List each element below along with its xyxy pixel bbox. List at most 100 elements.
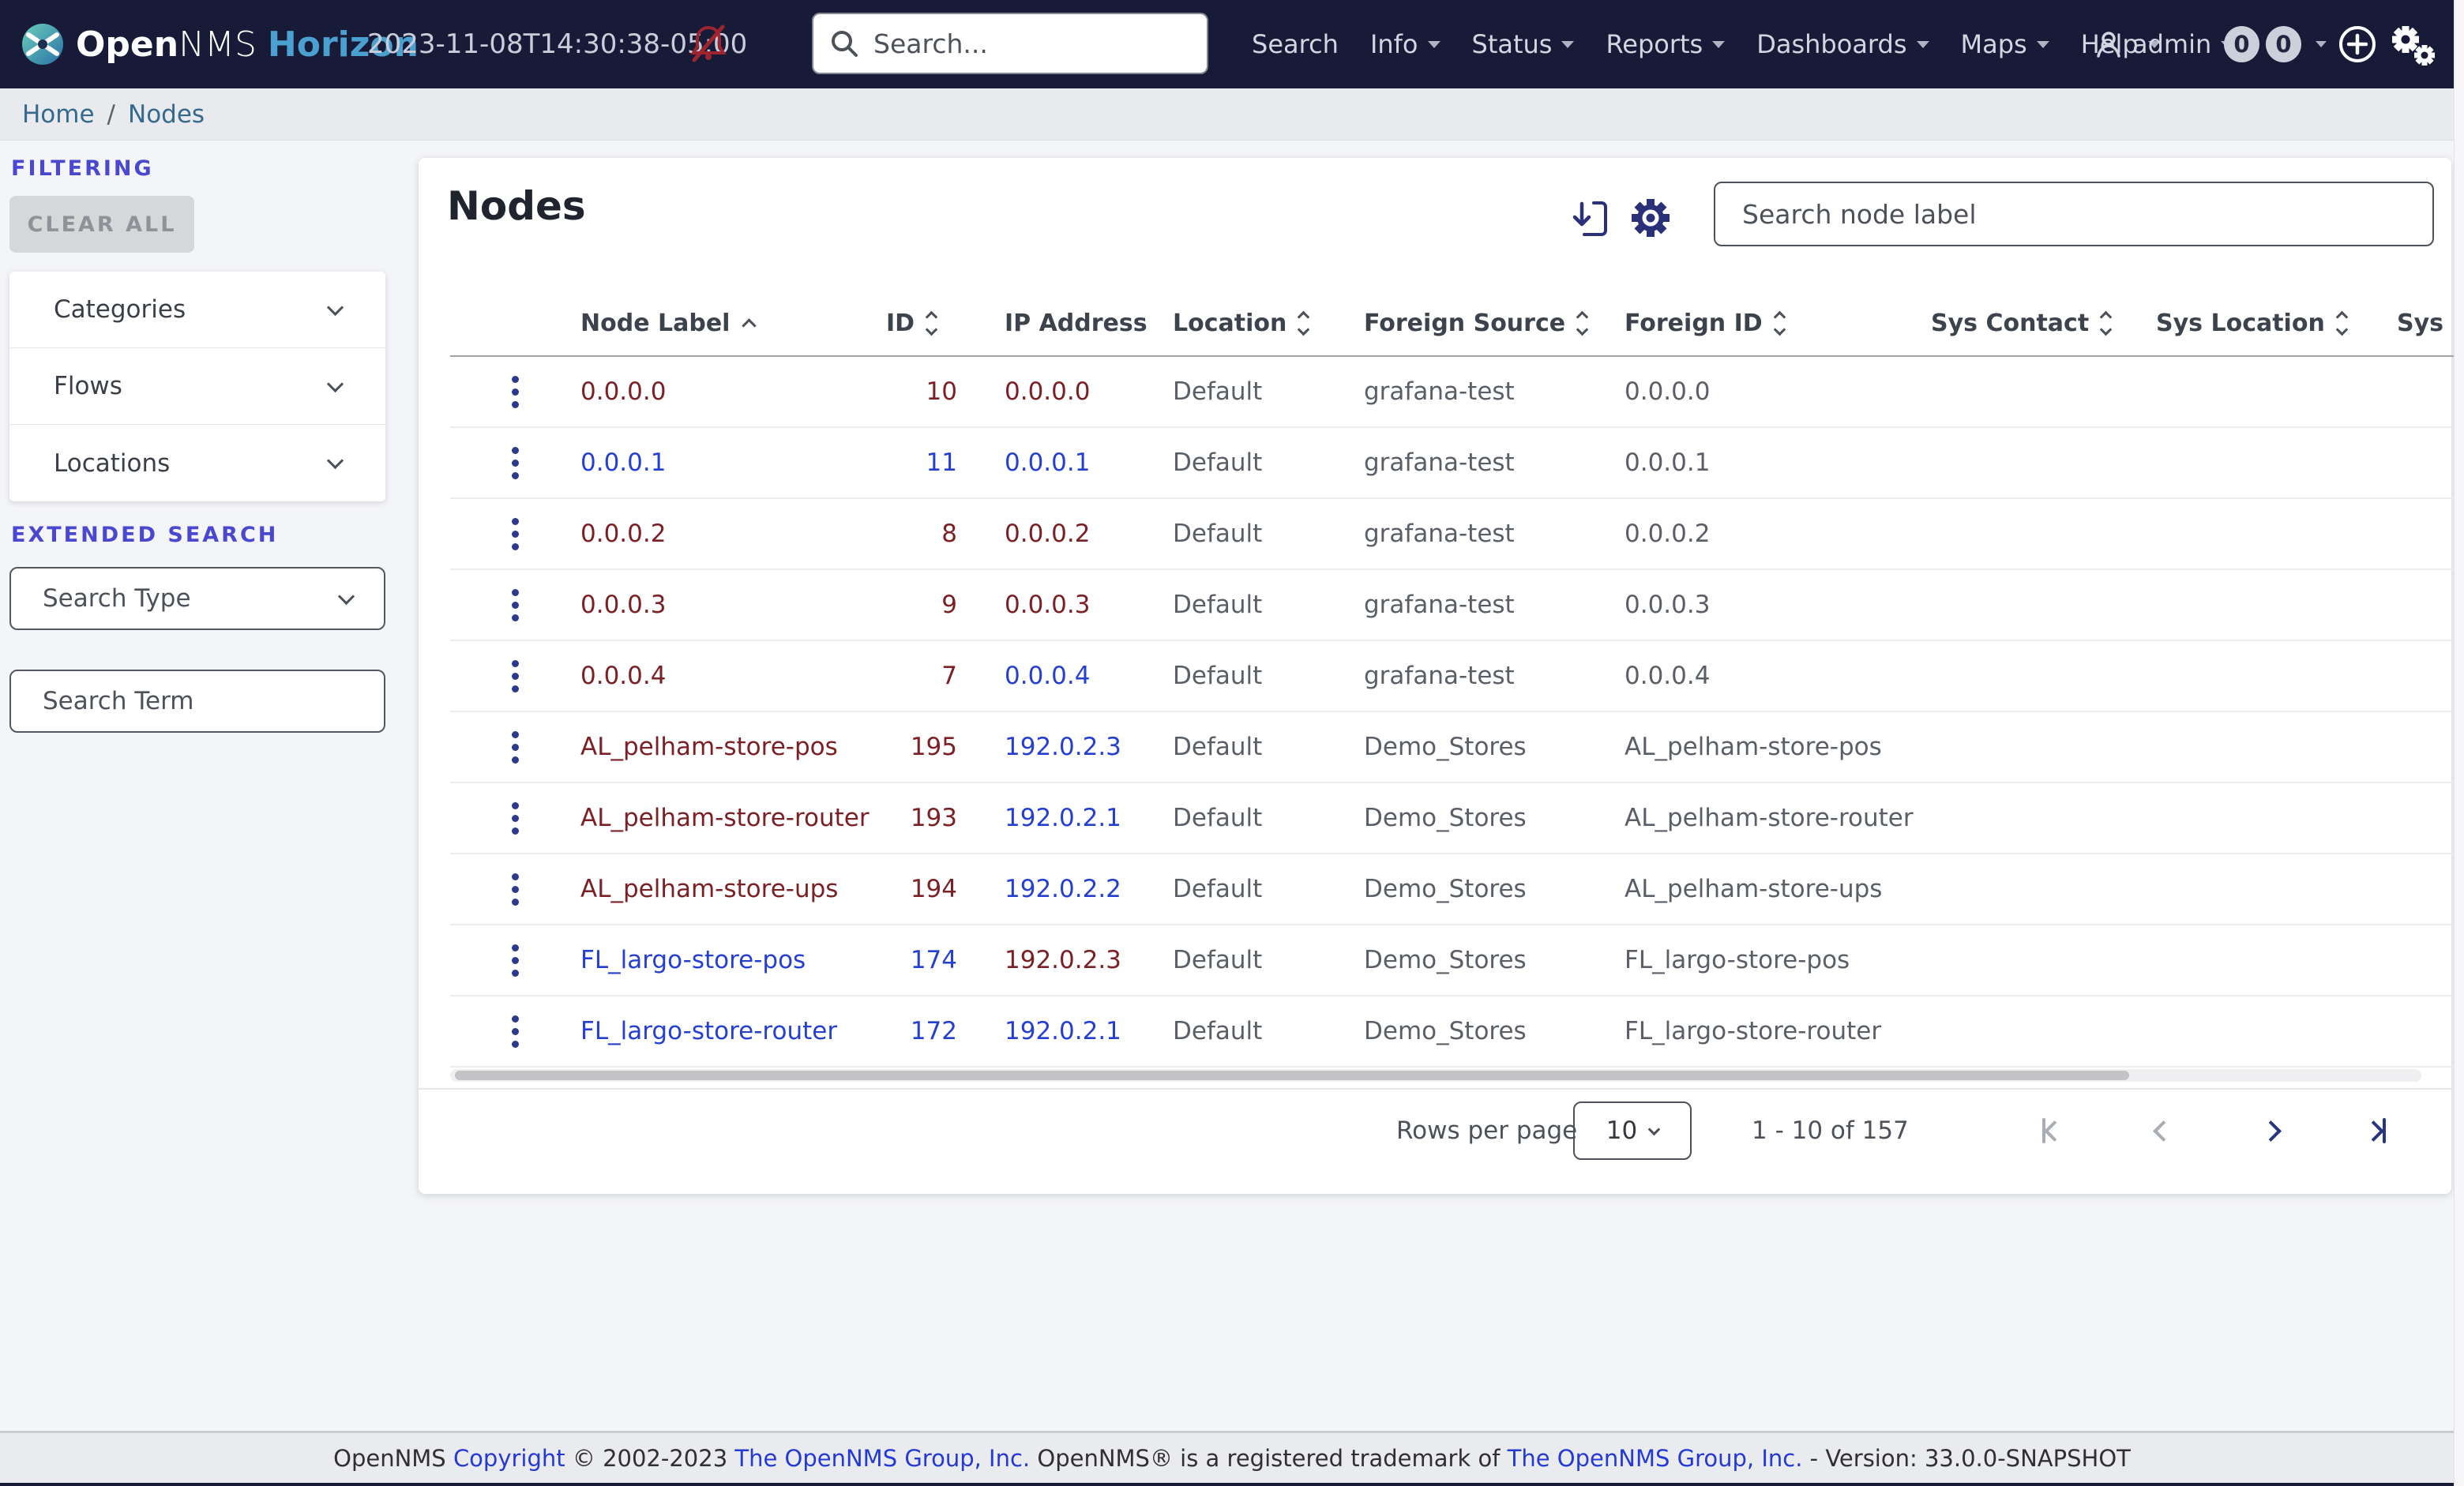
table-row: AL_pelham-store-ups 194 192.0.2.2 Default De…: [450, 854, 2456, 925]
column-header-foreign-source[interactable]: Foreign Source: [1364, 310, 1625, 337]
notification-badges[interactable]: 0 0: [2224, 0, 2327, 88]
node-label-link[interactable]: AL_pelham-store-ups: [580, 875, 838, 903]
node-id-link[interactable]: 195: [911, 733, 957, 761]
node-id-cell: 195: [877, 733, 963, 761]
node-ip-link[interactable]: 0.0.0.0: [1005, 377, 1090, 406]
chevron-down-icon: [2036, 40, 2049, 48]
node-ip-link[interactable]: 192.0.2.3: [1005, 733, 1121, 761]
footer-link[interactable]: Copyright: [453, 1445, 565, 1472]
row-actions-menu[interactable]: [504, 865, 527, 914]
previous-page-button[interactable]: [2153, 1090, 2174, 1172]
column-header-id[interactable]: ID: [877, 310, 963, 337]
row-actions-menu[interactable]: [504, 368, 527, 416]
node-label-link[interactable]: AL_pelham-store-pos: [580, 733, 838, 761]
column-header-location[interactable]: Location: [1173, 310, 1364, 337]
user-menu[interactable]: admin: [2094, 0, 2234, 88]
accordion-flows[interactable]: Flows: [9, 348, 385, 425]
table-row: AL_pelham-store-router 193 192.0.2.1 Defaul…: [450, 783, 2456, 854]
node-label-search-input[interactable]: Search node label: [1714, 182, 2434, 246]
next-page-button[interactable]: [2260, 1090, 2282, 1172]
row-actions-menu[interactable]: [504, 936, 527, 985]
nav-item-dashboards[interactable]: Dashboards: [1756, 29, 1929, 59]
node-id-link[interactable]: 10: [926, 377, 957, 406]
row-actions-menu[interactable]: [504, 510, 527, 558]
node-id-link[interactable]: 194: [911, 875, 957, 903]
row-actions-cell: [450, 652, 580, 700]
accordion-categories[interactable]: Categories: [9, 272, 385, 348]
row-actions-menu[interactable]: [504, 652, 527, 700]
clear-all-button[interactable]: CLEAR ALL: [9, 196, 194, 253]
node-id-link[interactable]: 7: [941, 662, 957, 690]
row-actions-cell: [450, 723, 580, 771]
node-ip-link[interactable]: 192.0.2.1: [1005, 1017, 1121, 1045]
column-header-node-label[interactable]: Node Label: [580, 310, 877, 337]
column-header-sys-contact[interactable]: Sys Contact: [1931, 310, 2156, 337]
node-id-link[interactable]: 8: [941, 520, 957, 548]
alarms-badge[interactable]: 0: [2266, 26, 2301, 62]
node-id-link[interactable]: 172: [911, 1017, 957, 1045]
node-ip-link[interactable]: 192.0.2.1: [1005, 804, 1121, 832]
row-actions-menu[interactable]: [504, 1008, 527, 1056]
chevron-down-icon: [326, 452, 344, 470]
node-ip-link[interactable]: 0.0.0.4: [1005, 662, 1090, 690]
rows-per-page-select[interactable]: 10: [1573, 1101, 1692, 1160]
node-ip-link[interactable]: 0.0.0.3: [1005, 591, 1090, 619]
breadcrumb-nodes[interactable]: Nodes: [128, 100, 205, 129]
node-label-link[interactable]: AL_pelham-store-router: [580, 804, 870, 832]
node-label-link[interactable]: 0.0.0.2: [580, 520, 666, 548]
admin-gears-icon[interactable]: [2388, 22, 2437, 68]
row-actions-menu[interactable]: [504, 439, 527, 487]
node-ip-link[interactable]: 0.0.0.1: [1005, 448, 1090, 477]
notifications-badge[interactable]: 0: [2224, 26, 2259, 62]
breadcrumb-home[interactable]: Home: [22, 100, 95, 129]
row-actions-menu[interactable]: [504, 723, 527, 771]
node-label-link[interactable]: FL_largo-store-pos: [580, 946, 806, 974]
node-id-link[interactable]: 193: [911, 804, 957, 832]
table-settings-gear-icon[interactable]: [1628, 196, 1673, 240]
nav-item-maps[interactable]: Maps: [1961, 29, 2049, 59]
first-page-button[interactable]: [2042, 1090, 2065, 1172]
global-search-input[interactable]: Search...: [812, 13, 1208, 74]
node-ip-link[interactable]: 192.0.2.3: [1005, 946, 1121, 974]
column-header-sys-d[interactable]: Sys D: [2397, 310, 2456, 337]
foreign-id-cell: FL_largo-store-router: [1625, 1017, 1882, 1045]
opennms-logo-icon[interactable]: [22, 24, 63, 65]
node-label-link[interactable]: FL_largo-store-router: [580, 1017, 837, 1045]
chevron-down-icon: [1773, 323, 1786, 336]
accordion-label: Locations: [54, 448, 171, 478]
quick-add-icon[interactable]: [2338, 24, 2377, 64]
row-actions-menu[interactable]: [504, 581, 527, 629]
row-actions-menu[interactable]: [504, 794, 527, 842]
search-type-select[interactable]: Search Type: [9, 567, 385, 630]
foreign-source-cell: Demo_Stores: [1364, 875, 1527, 903]
nav-item-search[interactable]: Search: [1252, 29, 1339, 59]
nav-item-info[interactable]: Info: [1370, 29, 1440, 59]
footer-link[interactable]: The OpenNMS Group, Inc.: [1508, 1445, 1803, 1472]
node-ip-link[interactable]: 0.0.0.2: [1005, 520, 1090, 548]
accordion-locations[interactable]: Locations: [9, 425, 385, 501]
kebab-dot: [512, 944, 519, 951]
node-id-link[interactable]: 11: [926, 448, 957, 477]
column-header-foreign-id[interactable]: Foreign ID: [1625, 310, 1931, 337]
ip-address-cell: 192.0.2.3: [963, 733, 1173, 761]
node-label-link[interactable]: 0.0.0.0: [580, 377, 666, 406]
node-id-link[interactable]: 174: [911, 946, 957, 974]
row-actions-cell: [450, 510, 580, 558]
download-icon[interactable]: [1572, 199, 1611, 238]
search-term-input[interactable]: Search Term: [9, 670, 385, 733]
nav-item-reports[interactable]: Reports: [1606, 29, 1726, 59]
column-header-ip-address[interactable]: IP Address: [963, 310, 1173, 337]
last-page-button[interactable]: [2363, 1090, 2386, 1172]
node-label-link[interactable]: 0.0.0.1: [580, 448, 666, 477]
footer-text: © 2002-2023: [565, 1444, 735, 1472]
footer-link[interactable]: The OpenNMS Group, Inc.: [734, 1445, 1030, 1472]
notifications-muted-bell-icon[interactable]: [689, 24, 728, 63]
node-label-link[interactable]: 0.0.0.4: [580, 662, 666, 690]
nav-item-status[interactable]: Status: [1472, 29, 1575, 59]
node-id-link[interactable]: 9: [941, 591, 957, 619]
column-header-sys-location[interactable]: Sys Location: [2156, 310, 2397, 337]
node-label-link[interactable]: 0.0.0.3: [580, 591, 666, 619]
node-ip-link[interactable]: 192.0.2.2: [1005, 875, 1121, 903]
browser-scrollbar[interactable]: [2454, 0, 2464, 1486]
horizontal-scrollbar-thumb[interactable]: [455, 1071, 2129, 1080]
